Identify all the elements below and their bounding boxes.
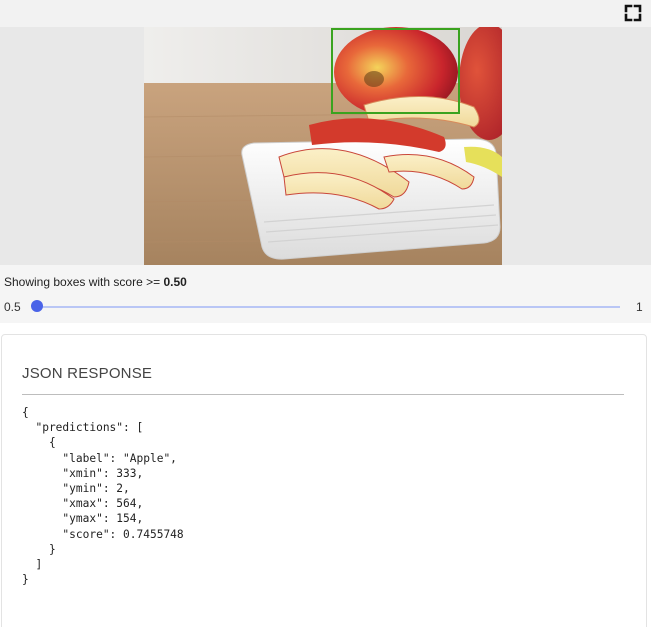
detection-bounding-box (331, 28, 460, 114)
score-threshold-prefix: Showing boxes with score >= (4, 275, 161, 289)
top-toolbar (0, 0, 651, 27)
slider-max-label: 1 (636, 300, 643, 314)
json-response-title: JSON RESPONSE (22, 365, 153, 382)
score-slider-thumb[interactable] (31, 300, 43, 312)
page: Showing boxes with score >= 0.50 0.5 1 J… (0, 0, 651, 627)
json-response-card: JSON RESPONSE { "predictions": [ { "labe… (1, 334, 647, 627)
fullscreen-button[interactable] (622, 2, 644, 24)
json-response-body: { "predictions": [ { "label": "Apple", "… (22, 406, 184, 587)
json-title-divider (22, 394, 624, 395)
score-threshold-label: Showing boxes with score >= 0.50 (4, 275, 187, 289)
detection-image (144, 27, 502, 265)
score-slider-track[interactable] (36, 306, 620, 308)
score-controls: Showing boxes with score >= 0.50 0.5 1 (0, 265, 651, 323)
slider-min-label: 0.5 (4, 300, 21, 314)
score-threshold-value: 0.50 (163, 275, 187, 289)
fullscreen-icon (624, 4, 642, 22)
image-viewer (0, 27, 651, 265)
